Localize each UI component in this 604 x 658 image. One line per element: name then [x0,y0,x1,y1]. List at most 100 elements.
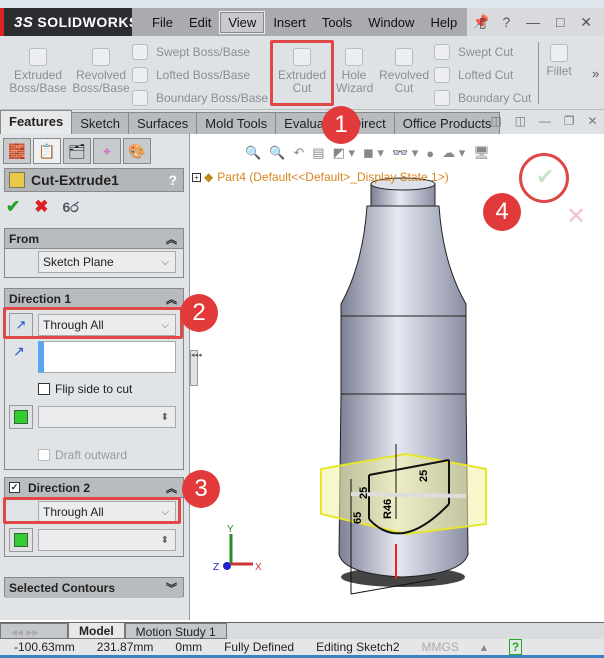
selected-contours-header[interactable]: Selected Contours ︾ [5,578,183,598]
cancel-x-icon[interactable]: ✖ [34,197,48,217]
revolved-cut-button[interactable]: Revolved Cut [378,48,430,95]
dim-r46[interactable]: R46 [382,499,394,519]
menu-tools[interactable]: Tools [314,12,360,33]
edit-appearance-icon[interactable]: ● [426,146,434,161]
configuration-manager-tab-icon[interactable]: 🗂 [63,138,91,164]
property-manager-tab-icon[interactable]: 📋 [33,138,61,164]
tab-sketch[interactable]: Sketch [71,112,129,134]
status-units[interactable]: MMGS [422,640,459,654]
preview-glasses-icon[interactable]: 6ර [63,199,79,216]
top-strip [0,0,604,8]
draft2-angle-spinner[interactable]: ⬍ [38,529,176,551]
from-select[interactable]: Sketch Plane ⌵ [38,251,176,273]
solidworks-logo[interactable]: 3S SOLIDWORKS [0,8,138,36]
zoom-to-fit-icon[interactable]: 🔍 [245,145,261,161]
direction1-header[interactable]: Direction 1 ︽ [5,289,183,309]
lofted-cut-button[interactable]: Lofted Cut [434,67,513,83]
expand-icon: ︾ [166,583,177,595]
view-orientation-icon[interactable]: ◩ ▾ [333,145,355,161]
boundary-boss-label: Boundary Boss/Base [156,91,269,105]
confirm-cancel-icon[interactable]: ✕ [566,203,586,230]
triad-x-label: X [255,562,262,573]
tile-left-icon[interactable]: ◫ [490,114,501,132]
hide-show-items-icon[interactable]: 👓 ▾ [392,145,418,161]
section-view-icon[interactable]: ▤ [312,145,324,161]
highlight-direction2 [3,497,181,524]
step-badge-1: 1 [322,106,360,144]
display-manager-tab-icon[interactable]: 🎨 [123,138,151,164]
tab-model[interactable]: Model [68,623,125,639]
swept-boss-button[interactable]: Swept Boss/Base [132,44,250,60]
close-button[interactable]: ✕ [580,14,592,31]
doc-close-button[interactable]: ✕ [587,114,597,132]
tab-scroll-arrows[interactable]: ◂◂ ▸▸ [0,623,68,639]
status-z: 0mm [175,640,203,654]
menu-insert[interactable]: Insert [265,12,314,33]
lofted-boss-button[interactable]: Lofted Boss/Base [132,67,250,83]
tab-features[interactable]: Features [0,110,73,134]
tab-motion-study-1[interactable]: Motion Study 1 [124,623,227,639]
menu-view[interactable]: View [219,10,266,34]
previous-view-icon[interactable]: ↶ [293,145,304,161]
manager-tabs: 🧱 📋 🗂 ⌖ 🎨 [3,138,168,166]
hole-wizard-button[interactable]: Hole Wizard [336,48,373,95]
from-header[interactable]: From ︽ [5,229,183,249]
help-status-icon[interactable]: ? [508,639,523,655]
direction-selection-box[interactable] [38,341,176,373]
flip-side-checkbox[interactable] [38,383,50,395]
status-mode: Editing Sketch2 [316,640,400,654]
help-icon[interactable]: ? [168,172,177,188]
revolved-boss-button[interactable]: Revolved Boss/Base [72,48,130,95]
view-settings-icon[interactable]: 🖥 [473,145,490,161]
minimize-button[interactable]: — [526,14,540,30]
tile-right-icon[interactable]: ◫ [515,114,526,132]
ok-check-icon[interactable]: ✔ [6,197,20,217]
chevron-down-icon: ⌵ [161,256,169,268]
dim-65[interactable]: 65 [352,512,364,524]
display-style-icon[interactable]: ◼ ▾ [363,145,384,161]
menu-help[interactable]: Help [422,12,465,33]
swept-boss-label: Swept Boss/Base [156,45,251,59]
direction2-checkbox[interactable]: ✓ [9,482,20,493]
restore-button[interactable]: □ [556,14,564,30]
bottle-shoulder [340,205,467,317]
draft2-icon[interactable] [9,528,33,552]
spinner-arrows-icon[interactable]: ⬍ [161,535,169,546]
part-icon: ◆ [204,170,214,184]
doc-minimize-button[interactable]: — [539,114,551,132]
menu-file[interactable]: File [144,12,181,33]
doc-restore-button[interactable]: ❐ [564,114,575,132]
fillet-button[interactable]: Fillet [544,44,574,78]
expand-tree-icon[interactable]: + [192,172,201,182]
swept-cut-button[interactable]: Swept Cut [434,44,513,60]
dimxpert-tab-icon[interactable]: ⌖ [93,138,121,164]
apply-scene-icon[interactable]: ☁ ▾ [442,145,465,161]
graphics-area[interactable]: 65 25 R46 25 Y X Z ✔ ✕ [191,134,604,620]
traffic-light-icon[interactable]: ▯ [479,14,487,31]
units-arrow-icon[interactable]: ▴ [481,640,487,654]
boundary-cut-button[interactable]: Boundary Cut [434,90,531,106]
menu-window[interactable]: Window [360,12,422,33]
direction2-header[interactable]: ✓ Direction 2 ︽ [5,478,183,498]
panel-collapse-handle[interactable]: ◂◂◂ [190,350,202,386]
draft-icon[interactable] [9,405,33,429]
extruded-boss-button[interactable]: Extruded Boss/Base [8,48,68,95]
highlight-extruded-cut [270,40,334,106]
tab-surfaces[interactable]: Surfaces [127,112,198,134]
boundary-boss-button[interactable]: Boundary Boss/Base [132,90,268,106]
triad-y-label: Y [227,524,234,535]
zoom-to-area-icon[interactable]: 🔍 [269,145,285,161]
draft-angle-spinner[interactable]: ⬍ [38,406,176,428]
help-button[interactable]: ? [502,14,510,30]
dim-25-right[interactable]: 25 [418,470,430,482]
tab-mold-tools[interactable]: Mold Tools [196,112,277,134]
flip-side-checkbox-row[interactable]: Flip side to cut [38,382,132,396]
ribbon-more-button[interactable]: » [592,66,599,81]
revolved-boss-icon [92,48,110,66]
feature-manager-tab-icon[interactable]: 🧱 [3,138,31,164]
dim-25-left[interactable]: 25 [358,487,370,499]
spinner-arrows-icon[interactable]: ⬍ [161,412,169,423]
feature-tree-flyout[interactable]: + ◆ Part4 (Default<<Default>_Display State… [192,168,449,186]
triad-z-label: Z [213,562,219,573]
menu-edit[interactable]: Edit [181,12,219,33]
